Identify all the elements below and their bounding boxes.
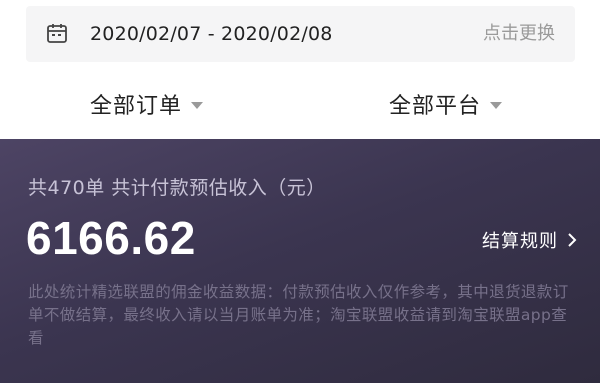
- platforms-filter-dropdown[interactable]: 全部平台: [389, 82, 503, 126]
- income-page: 2020/02/07 - 2020/02/08 点击更换 全部订单 全部平台 共…: [0, 0, 600, 383]
- date-range-selector[interactable]: 2020/02/07 - 2020/02/08 点击更换: [26, 6, 575, 62]
- estimated-income-amount: 6166.62: [26, 212, 196, 264]
- orders-filter-label: 全部订单: [90, 94, 183, 119]
- settlement-rules-label: 结算规则: [482, 231, 558, 252]
- platforms-filter-label: 全部平台: [389, 94, 482, 119]
- orders-filter-dropdown[interactable]: 全部订单: [90, 82, 204, 126]
- settlement-rules-link[interactable]: 结算规则: [482, 227, 578, 253]
- caret-down-icon: [490, 101, 503, 109]
- summary-disclaimer: 此处统计精选联盟的佣金收益数据：付款预估收入仅作参考，其中退货退款订单不做结算，…: [28, 283, 569, 347]
- calendar-icon: [47, 24, 67, 43]
- income-summary-card: 共470单 共计付款预估收入（元） 6166.62 结算规则 此处统计精选联盟的…: [0, 139, 600, 383]
- summary-title: 共470单 共计付款预估收入（元）: [28, 177, 326, 199]
- caret-down-icon: [191, 101, 204, 109]
- change-date-button[interactable]: 点击更换: [483, 6, 555, 62]
- date-range-text: 2020/02/07 - 2020/02/08: [90, 23, 333, 45]
- chevron-right-icon: [568, 233, 577, 247]
